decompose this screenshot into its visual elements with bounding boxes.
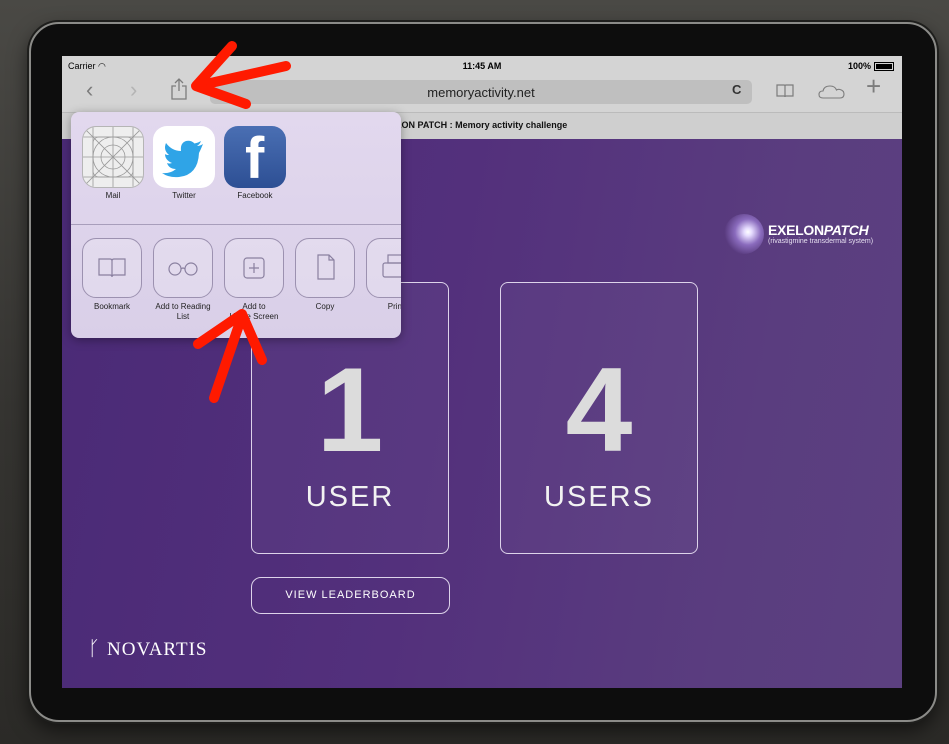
ipad-screen: Carrier ◠ 11:45 AM 100% ‹ › memoryactivi… xyxy=(62,56,902,688)
forward-icon[interactable]: › xyxy=(130,79,137,101)
novartis-flame-icon: ᚴ xyxy=(88,638,101,660)
card-number: 1 xyxy=(316,343,384,477)
view-leaderboard-button[interactable]: VIEW LEADERBOARD xyxy=(251,577,450,614)
address-bar[interactable]: memoryactivity.net xyxy=(210,80,752,104)
copy-icon xyxy=(295,238,355,298)
card-caption: USER xyxy=(305,481,395,513)
exelon-orb-icon xyxy=(724,214,764,254)
action-label: Print xyxy=(387,302,401,311)
app-label: Facebook xyxy=(237,191,273,200)
share-app-twitter[interactable]: Twitter xyxy=(152,126,216,200)
print-icon xyxy=(366,238,401,298)
plus-square-icon xyxy=(224,238,284,298)
action-label: Bookmark xyxy=(93,302,130,311)
back-icon[interactable]: ‹ xyxy=(86,79,93,101)
exelon-subtitle: (rivastigmine transdermal system) xyxy=(768,238,874,245)
mail-icon xyxy=(82,126,144,188)
share-icon[interactable] xyxy=(170,78,188,100)
app-label: Twitter xyxy=(172,191,196,200)
share-app-facebook[interactable]: f Facebook xyxy=(223,126,287,200)
battery-indicator: 100% xyxy=(847,61,894,72)
facebook-glyph: f xyxy=(245,126,265,188)
share-action-print[interactable]: Print xyxy=(361,238,401,312)
battery-icon xyxy=(874,62,894,72)
book-icon xyxy=(82,238,142,298)
tab-title[interactable]: EXELON PATCH : Memory activity challenge xyxy=(378,120,567,130)
bookmarks-icon[interactable] xyxy=(776,82,794,98)
share-sheet: Mail Twitter f Facebook Bookmark Add to … xyxy=(71,112,401,338)
novartis-text: NOVARTIS xyxy=(107,639,208,660)
patch-word: PATCH xyxy=(823,222,869,238)
status-bar: Carrier ◠ 11:45 AM 100% xyxy=(62,56,902,76)
reload-icon[interactable]: C xyxy=(732,82,741,97)
novartis-logo: ᚴ NOVARTIS xyxy=(88,638,207,661)
share-sheet-divider xyxy=(71,224,401,225)
safari-toolbar: ‹ › memoryactivity.net C + xyxy=(62,73,902,112)
exelon-word: EXELON xyxy=(768,222,824,238)
app-label: Mail xyxy=(105,191,121,200)
battery-percent: 100% xyxy=(847,61,871,71)
icloud-tabs-icon[interactable] xyxy=(818,83,846,99)
four-users-card[interactable]: 4 USERS xyxy=(500,282,698,554)
action-label: Add to Reading List xyxy=(155,302,211,321)
card-caption: USERS xyxy=(544,481,654,513)
exelon-brand-text: EXELONPATCH xyxy=(768,222,869,238)
share-action-bookmark[interactable]: Bookmark xyxy=(77,238,147,312)
facebook-icon: f xyxy=(224,126,286,188)
new-tab-icon[interactable]: + xyxy=(866,73,881,99)
action-label: Add to Home Screen xyxy=(229,302,279,321)
clock: 11:45 AM xyxy=(462,61,502,71)
share-action-copy[interactable]: Copy xyxy=(290,238,360,312)
twitter-icon xyxy=(153,126,215,188)
glasses-icon xyxy=(153,238,213,298)
card-number: 4 xyxy=(565,343,633,477)
action-label: Copy xyxy=(315,302,335,311)
share-action-add-home-screen[interactable]: Add to Home Screen xyxy=(219,238,289,322)
share-action-reading-list[interactable]: Add to Reading List xyxy=(148,238,218,322)
share-app-mail[interactable]: Mail xyxy=(81,126,145,200)
url-text: memoryactivity.net xyxy=(427,85,535,100)
